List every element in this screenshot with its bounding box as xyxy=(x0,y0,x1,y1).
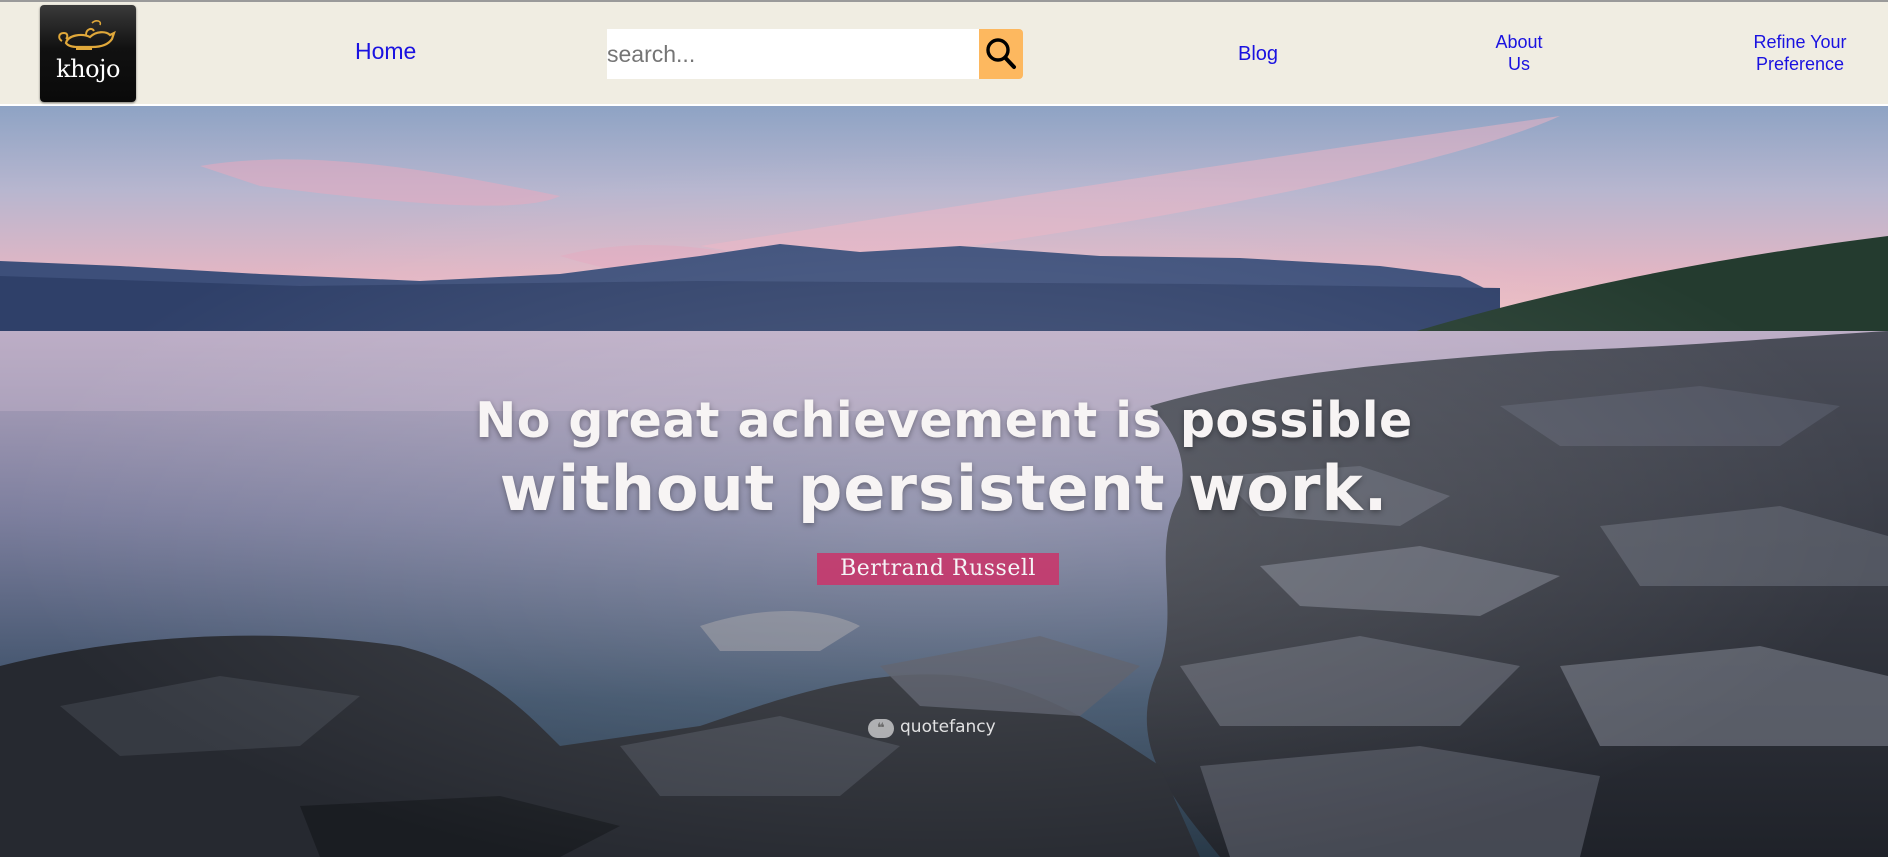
top-navbar: khojo Home Blog About Us Refine Your Pre… xyxy=(0,0,1888,104)
logo-text: khojo xyxy=(56,55,120,83)
search-button[interactable] xyxy=(979,29,1023,79)
watermark-text: quotefancy xyxy=(900,717,996,737)
nav-refine-line-2: Preference xyxy=(1755,54,1845,74)
quote-marks-icon: ❝ xyxy=(868,719,894,738)
nav-about-link[interactable]: About Us xyxy=(1488,31,1550,75)
nav-about-line-1: About xyxy=(1495,32,1543,52)
nav-refine-preference-link[interactable]: Refine Your Preference xyxy=(1740,31,1860,75)
nav-refine-line-1: Refine Your xyxy=(1753,32,1847,52)
nav-home-link[interactable]: Home xyxy=(355,40,416,63)
quote-line-1: No great achievement is possible xyxy=(475,392,1413,449)
khojo-logo[interactable]: khojo xyxy=(40,5,136,102)
search-input[interactable] xyxy=(607,29,979,79)
nav-about-line-2: Us xyxy=(1508,54,1530,74)
search-icon xyxy=(986,38,1016,69)
nav-blog-link[interactable]: Blog xyxy=(1238,43,1278,65)
quote-author-badge: Bertrand Russell xyxy=(817,553,1059,585)
quote-line-2: without persistent work. xyxy=(499,452,1389,525)
hero-banner: No great achievement is possible without… xyxy=(0,106,1888,857)
magic-lamp-icon xyxy=(58,20,116,50)
